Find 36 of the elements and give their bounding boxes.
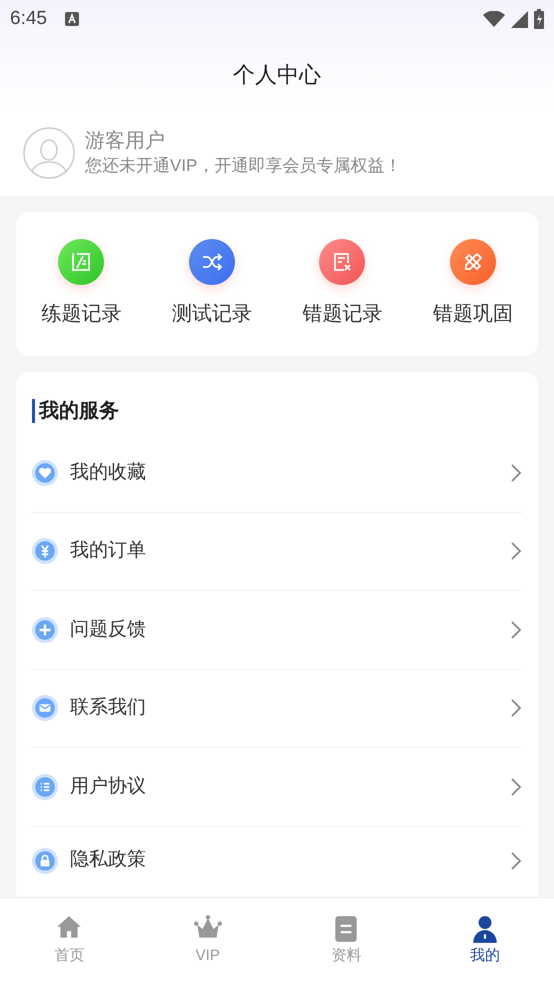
vip-prompt: 您还未开通VIP，开通即享会员专属权益！ bbox=[85, 155, 402, 177]
edit-icon bbox=[58, 239, 104, 285]
page-title: 个人中心 bbox=[233, 60, 321, 88]
plus-icon bbox=[32, 616, 58, 643]
avatar-icon bbox=[23, 127, 75, 179]
list-icon bbox=[32, 774, 58, 800]
record-shortcut[interactable]: 错题记录 bbox=[277, 239, 408, 329]
tab-bar-item[interactable]: 我的 bbox=[416, 914, 554, 968]
status-time: 6:45 bbox=[10, 6, 47, 31]
service-row[interactable]: 用户协议 bbox=[32, 748, 522, 826]
chevron-right-icon bbox=[510, 850, 522, 870]
chevron-right-icon bbox=[510, 620, 522, 640]
record-shortcut[interactable]: 错题巩固 bbox=[408, 239, 538, 329]
service-row[interactable]: 问题反馈 bbox=[32, 591, 522, 670]
document-x-icon bbox=[319, 239, 366, 285]
ruler-pencil-icon bbox=[450, 239, 496, 285]
service-row[interactable]: 我的收藏 bbox=[32, 434, 522, 512]
service-row[interactable]: 隐私政策 bbox=[32, 826, 522, 894]
mail-icon bbox=[32, 695, 58, 722]
chevron-right-icon bbox=[510, 698, 522, 718]
wifi-icon bbox=[483, 11, 505, 27]
battery-icon bbox=[534, 9, 544, 29]
keyboard-notification-icon bbox=[64, 12, 79, 26]
yen-icon bbox=[32, 538, 58, 564]
chevron-right-icon bbox=[510, 541, 522, 562]
user-name: 游客用户 bbox=[85, 129, 166, 154]
service-row[interactable]: 联系我们 bbox=[32, 670, 522, 748]
lock-icon bbox=[32, 848, 58, 874]
record-shortcut[interactable]: 测试记录 bbox=[146, 239, 277, 329]
record-shortcut[interactable]: 练题记录 bbox=[16, 239, 146, 329]
chevron-right-icon bbox=[510, 462, 522, 483]
service-row[interactable]: 我的订单 bbox=[32, 512, 522, 591]
section-title: 我的服务 bbox=[39, 399, 119, 424]
chevron-right-icon bbox=[510, 776, 522, 797]
shuffle-icon bbox=[188, 239, 235, 285]
signal-icon bbox=[511, 10, 528, 28]
